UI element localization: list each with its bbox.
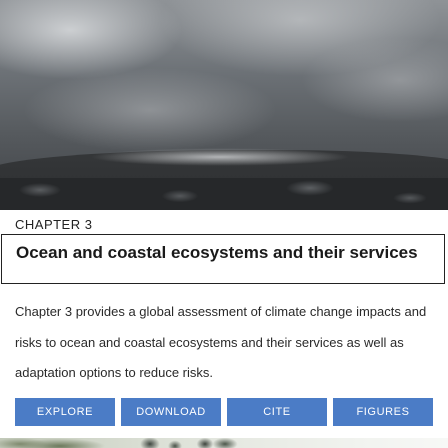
chapter-title[interactable]: Ocean and coastal ecosystems and their s… xyxy=(16,243,436,263)
explore-button[interactable]: EXPLORE xyxy=(15,398,115,426)
sea-shine xyxy=(90,148,350,166)
cite-button[interactable]: CITE xyxy=(227,398,327,426)
next-card-image xyxy=(0,438,448,448)
chapter-summary: Chapter 3 provides a global assessment o… xyxy=(15,304,427,380)
figures-button[interactable]: FIGURES xyxy=(333,398,433,426)
chapter-title-box[interactable]: Ocean and coastal ecosystems and their s… xyxy=(1,234,445,284)
chapter-actions: EXPLORE DOWNLOAD CITE FIGURES xyxy=(15,398,435,426)
chapter-label: CHAPTER 3 xyxy=(15,217,93,232)
hero-image xyxy=(0,0,448,210)
download-button[interactable]: DOWNLOAD xyxy=(121,398,221,426)
rocky-shore xyxy=(0,178,448,210)
next-card-image-preview[interactable] xyxy=(0,438,448,448)
